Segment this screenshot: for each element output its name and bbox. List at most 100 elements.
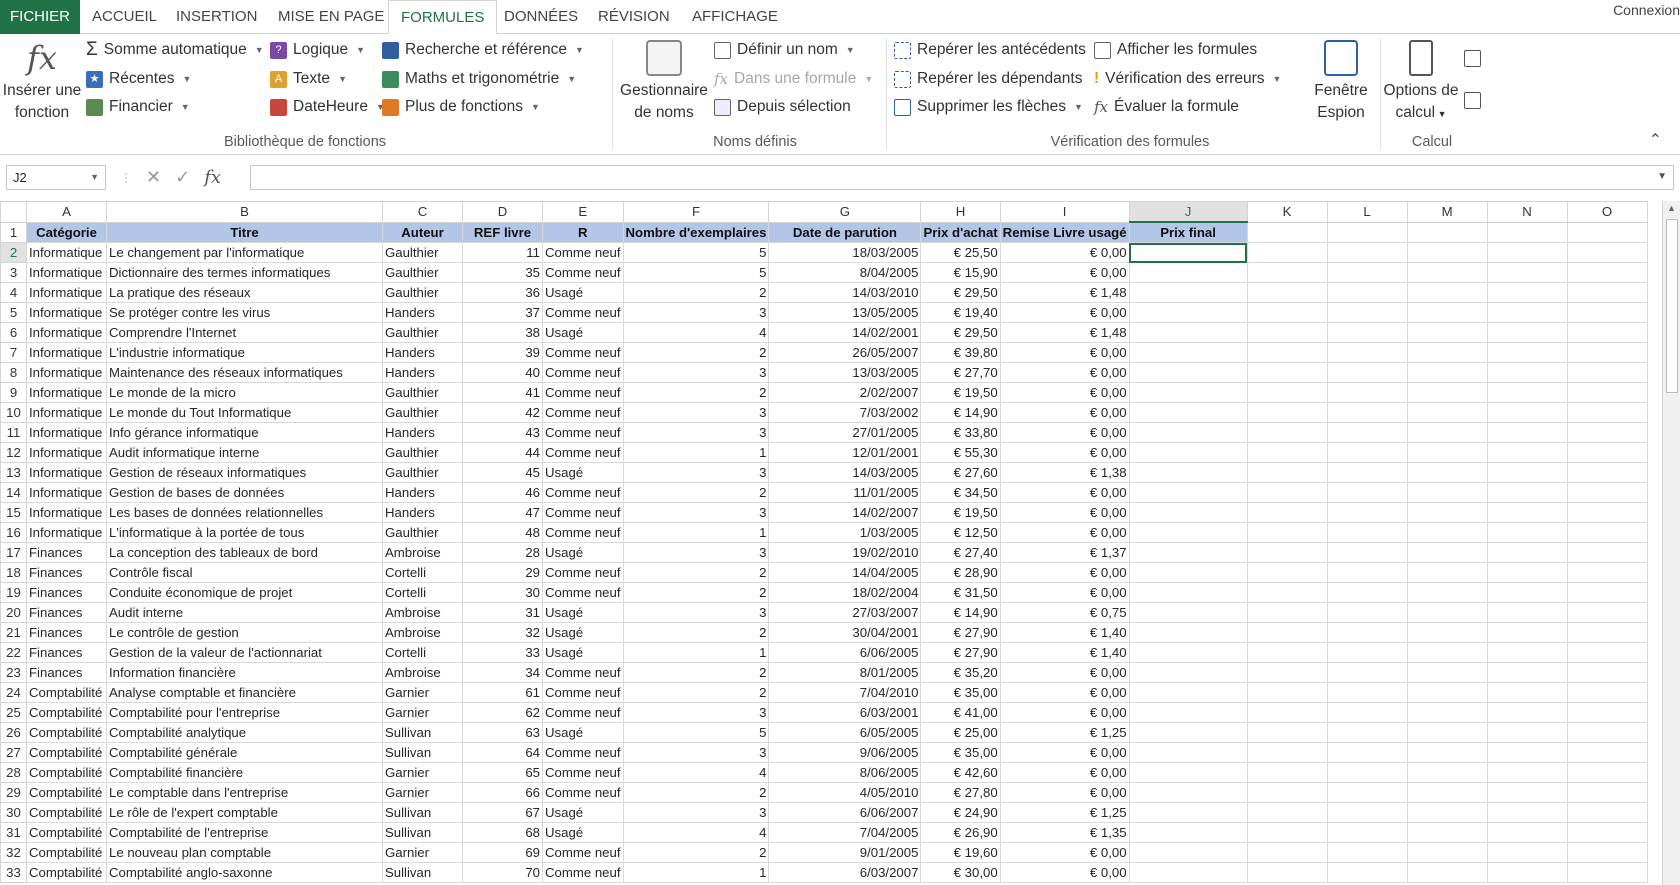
table-cell[interactable]: 41 [462,382,543,403]
table-cell[interactable]: Comme neuf [542,242,624,263]
table-cell[interactable]: 42 [462,402,543,423]
table-cell[interactable]: 4/05/2010 [768,782,922,803]
table-cell[interactable]: Informatique [26,362,107,383]
table-cell[interactable]: 14/02/2007 [768,502,922,523]
datetime-functions-button[interactable]: DateHeure ▼ [270,94,385,120]
table-cell[interactable]: Audit informatique interne [106,442,383,463]
empty-cell[interactable] [1326,822,1408,843]
empty-cell[interactable] [1406,662,1488,683]
empty-cell[interactable] [1326,542,1408,563]
empty-cell[interactable] [1326,862,1408,883]
lookup-functions-button[interactable]: Recherche et référence ▼ [382,37,584,63]
empty-cell[interactable] [1406,242,1488,263]
table-cell[interactable]: L'informatique à la portée de tous [106,522,383,543]
table-cell[interactable]: 3 [622,502,770,523]
empty-cell[interactable] [1246,482,1328,503]
table-cell[interactable]: Comme neuf [542,862,624,883]
empty-cell[interactable] [1566,862,1648,883]
table-cell[interactable]: 19/02/2010 [768,542,922,563]
table-cell[interactable]: 37 [462,302,543,323]
table-cell[interactable]: Comme neuf [542,842,624,863]
empty-cell[interactable] [1566,642,1648,663]
table-cell[interactable]: € 0,00 [999,302,1130,323]
name-manager-button[interactable]: Gestionnaire de noms [616,40,712,124]
empty-cell[interactable] [1486,302,1568,323]
table-cell[interactable]: € 0,00 [999,382,1130,403]
table-cell[interactable]: 36 [462,282,543,303]
table-cell[interactable]: Informatique [26,282,107,303]
table-cell[interactable]: 67 [462,802,543,823]
table-cell[interactable]: Comme neuf [542,782,624,803]
empty-cell[interactable] [1486,362,1568,383]
tab-affichage[interactable]: AFFICHAGE [680,0,790,34]
table-cell[interactable]: Ambroise [382,602,463,623]
table-cell[interactable]: € 1,25 [999,722,1130,743]
table-cell[interactable]: Finances [26,622,107,643]
table-cell[interactable]: € 31,50 [920,582,1001,603]
empty-cell[interactable] [1246,382,1328,403]
table-cell[interactable]: 5 [622,722,770,743]
table-cell[interactable]: 6/03/2001 [768,702,922,723]
table-cell[interactable]: € 0,00 [999,362,1130,383]
table-cell[interactable]: Garnier [382,842,463,863]
empty-cell[interactable] [1486,382,1568,403]
column-header-h[interactable]: H [920,201,1001,223]
empty-cell[interactable] [1486,542,1568,563]
empty-cell[interactable] [1486,662,1568,683]
empty-cell[interactable] [1566,402,1648,423]
row-header[interactable]: 21 [0,622,27,643]
table-cell[interactable]: Comme neuf [542,302,624,323]
formula-input[interactable]: ▼ [250,165,1674,190]
collapse-ribbon-icon[interactable]: ⌃ [1649,130,1662,150]
table-cell[interactable]: Comme neuf [542,702,624,723]
empty-cell[interactable] [1128,782,1248,803]
table-cell[interactable]: 9/06/2005 [768,742,922,763]
table-cell[interactable]: 3 [622,302,770,323]
calculate-sheet-icon[interactable] [1464,92,1481,109]
table-cell[interactable]: Comptabilité [26,722,107,743]
table-cell[interactable]: Gaulthier [382,382,463,403]
row-header[interactable]: 20 [0,602,27,623]
table-cell[interactable]: Handers [382,422,463,443]
row-header[interactable]: 3 [0,262,27,283]
empty-cell[interactable] [1128,742,1248,763]
empty-cell[interactable] [1566,442,1648,463]
table-cell[interactable]: 7/04/2010 [768,682,922,703]
empty-cell[interactable] [1566,322,1648,343]
table-cell[interactable]: € 0,00 [999,482,1130,503]
empty-cell[interactable] [1246,842,1328,863]
column-header-a[interactable]: A [26,201,107,223]
empty-cell[interactable] [1406,302,1488,323]
active-cell[interactable] [1128,242,1248,263]
empty-cell[interactable] [1326,682,1408,703]
empty-cell[interactable] [1486,262,1568,283]
empty-cell[interactable] [1246,622,1328,643]
empty-cell[interactable] [1246,402,1328,423]
table-cell[interactable]: 2 [622,782,770,803]
table-cell[interactable]: 1/03/2005 [768,522,922,543]
table-cell[interactable]: 1 [622,642,770,663]
column-header-e[interactable]: E [542,201,624,223]
table-cell[interactable]: € 19,50 [920,502,1001,523]
table-cell[interactable]: € 35,20 [920,662,1001,683]
table-cell[interactable]: Usagé [542,622,624,643]
empty-cell[interactable] [1486,462,1568,483]
table-cell[interactable]: 5 [622,262,770,283]
empty-cell[interactable] [1246,462,1328,483]
empty-cell[interactable] [1486,522,1568,543]
empty-cell[interactable] [1326,582,1408,603]
table-cell[interactable]: 62 [462,702,543,723]
row-header[interactable]: 23 [0,662,27,683]
empty-cell[interactable] [1566,582,1648,603]
error-checking-button[interactable]: ! Vérification des erreurs ▼ [1094,66,1281,92]
empty-cell[interactable] [1326,282,1408,303]
empty-cell[interactable] [1486,342,1568,363]
empty-cell[interactable] [1406,842,1488,863]
row-header[interactable]: 18 [0,562,27,583]
row-header[interactable]: 13 [0,462,27,483]
empty-cell[interactable] [1128,762,1248,783]
row-header[interactable]: 28 [0,762,27,783]
table-cell[interactable]: Comme neuf [542,662,624,683]
math-functions-button[interactable]: Maths et trigonométrie ▼ [382,66,576,92]
empty-cell[interactable] [1128,282,1248,303]
